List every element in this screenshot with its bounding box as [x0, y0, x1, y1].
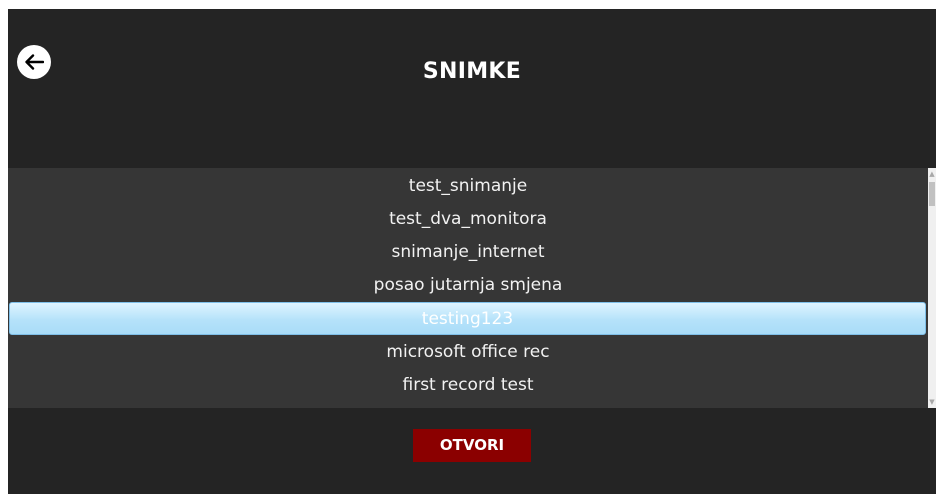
page-title: SNIMKE [422, 59, 522, 84]
list-item-test-snimanje[interactable]: test_snimanje [8, 170, 928, 203]
list-item-microsoft-office-rec[interactable]: microsoft office rec [8, 336, 928, 369]
list-item-testing123-selected[interactable]: testing123 [9, 302, 926, 335]
open-button[interactable]: OTVORI [413, 429, 531, 462]
recordings-list[interactable]: test_snimanje test_dva_monitora snimanje… [8, 168, 928, 408]
list-item-snimanje-internet[interactable]: snimanje_internet [8, 236, 928, 269]
list-item-test-dva-monitora[interactable]: test_dva_monitora [8, 203, 928, 236]
scroll-down-icon[interactable]: ▼ [928, 396, 936, 408]
list-item-posao-jutarnja-smjena[interactable]: posao jutarnja smjena [8, 269, 928, 302]
recordings-window: SNIMKE test_snimanje test_dva_monitora s… [8, 9, 936, 494]
scroll-thumb[interactable] [929, 182, 935, 206]
list-item-first-record-test[interactable]: first record test [8, 369, 928, 402]
list-scrollbar[interactable]: ▲ ▼ [928, 168, 936, 408]
scroll-up-icon[interactable]: ▲ [928, 168, 936, 180]
